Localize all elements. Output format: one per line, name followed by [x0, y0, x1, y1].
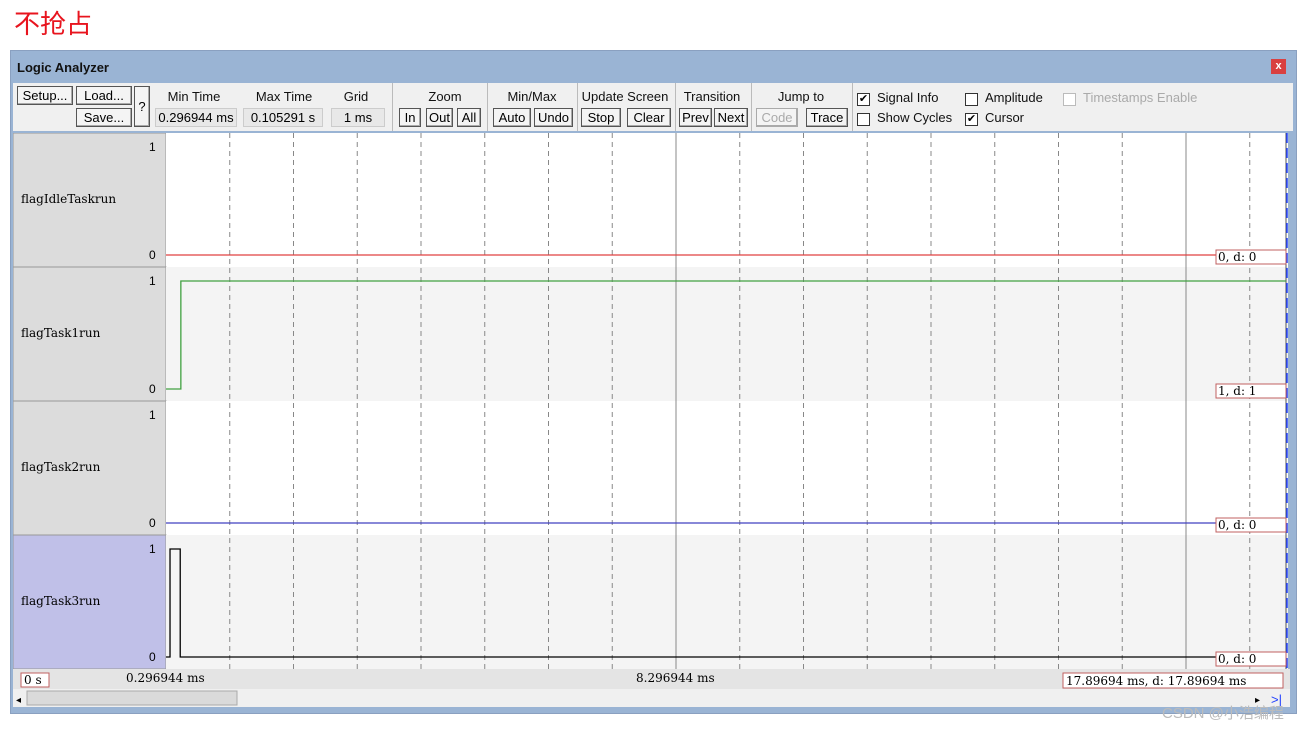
checkbox-label: Cursor — [985, 110, 1025, 125]
signal-info: 1, d: 1 — [1218, 384, 1256, 398]
min-time-value: 0.296944 ms — [155, 108, 237, 127]
signal-row-bg — [166, 267, 1288, 401]
start-time: 0 s — [24, 673, 42, 687]
logic-analyzer-window: Logic Analyzer x Setup... Load... Save..… — [10, 50, 1297, 714]
grid-label: Grid — [343, 89, 369, 104]
jump-to-label: Jump to — [777, 89, 825, 104]
load-button[interactable]: Load... — [76, 86, 132, 105]
signal-row-bg — [166, 401, 1288, 535]
max-time-label: Max Time — [255, 89, 313, 104]
signal-high-label: 1 — [149, 140, 156, 154]
checkbox-label: Show Cycles — [877, 110, 953, 125]
waveform-area[interactable]: flagIdleTaskrun 1 0 flagTask1run 1 0 flagTask2… — [13, 133, 1294, 711]
clear-button[interactable]: Clear — [627, 108, 671, 127]
transition-label: Transition — [683, 89, 741, 104]
update-screen-label: Update Screen — [581, 89, 669, 104]
stop-button[interactable]: Stop — [581, 108, 621, 127]
time-center: 8.296944 ms — [636, 671, 715, 685]
signal-info: 0, d: 0 — [1218, 518, 1256, 532]
checkbox-label: Signal Info — [877, 90, 939, 105]
window-title: Logic Analyzer — [17, 60, 109, 75]
checkbox-label: Amplitude — [985, 90, 1043, 105]
signal-high-label: 1 — [149, 274, 156, 288]
checkbox-cursor[interactable]: ✔ — [965, 113, 978, 126]
signal-name: flagTask3run — [21, 594, 101, 608]
signal-info: 0, d: 0 — [1218, 652, 1256, 666]
zoom-out-button[interactable]: Out — [426, 108, 453, 127]
max-time-value: 0.105291 s — [243, 108, 323, 127]
close-button[interactable]: x — [1271, 59, 1286, 74]
next-button[interactable]: Next — [714, 108, 748, 127]
signal-high-label: 1 — [149, 408, 156, 422]
signal-name: flagTask1run — [21, 326, 101, 340]
prev-button[interactable]: Prev — [679, 108, 712, 127]
zoom-label: Zoom — [428, 89, 462, 104]
signal-name: flagIdleTaskrun — [21, 192, 116, 206]
min-time-label: Min Time — [167, 89, 221, 104]
zoom-in-button[interactable]: In — [399, 108, 421, 127]
signal-name: flagTask2run — [21, 460, 101, 474]
signal-low-label: 0 — [149, 650, 156, 664]
toolbar: Setup... Load... Save... ? Min Time 0.29… — [13, 83, 1293, 131]
scroll-left-icon[interactable]: ◂ — [16, 695, 21, 706]
save-button[interactable]: Save... — [76, 108, 132, 127]
checkbox-show-cycles[interactable] — [857, 113, 870, 126]
time-left: 0.296944 ms — [126, 671, 205, 685]
checkbox-amplitude[interactable] — [965, 93, 978, 106]
help-button[interactable]: ? — [134, 86, 150, 127]
scrollbar-thumb[interactable] — [26, 690, 238, 706]
zoom-all-button[interactable]: All — [457, 108, 481, 127]
signal-high-label: 1 — [149, 542, 156, 556]
undo-button[interactable]: Undo — [534, 108, 573, 127]
watermark: CSDN @小浩编程 — [1162, 705, 1284, 722]
auto-button[interactable]: Auto — [493, 108, 531, 127]
signal-info: 0, d: 0 — [1218, 250, 1256, 264]
cursor-time: 17.89694 ms, d: 17.89694 ms — [1066, 674, 1246, 688]
checkbox-label: Timestamps Enable — [1083, 90, 1198, 105]
trace-button[interactable]: Trace — [806, 108, 848, 127]
caption: 不抢占 — [14, 9, 93, 39]
checkbox-signal-info[interactable]: ✔ — [857, 93, 870, 106]
grid-value: 1 ms — [331, 108, 385, 127]
minmax-label: Min/Max — [507, 89, 557, 104]
signal-low-label: 0 — [149, 382, 156, 396]
signal-row-bg — [166, 133, 1288, 267]
code-button[interactable]: Code — [756, 108, 798, 127]
checkbox-timestamps-enable[interactable] — [1063, 93, 1076, 106]
setup-button[interactable]: Setup... — [17, 86, 73, 105]
signal-row-bg — [166, 535, 1288, 669]
signal-low-label: 0 — [149, 248, 156, 262]
signal-low-label: 0 — [149, 516, 156, 530]
